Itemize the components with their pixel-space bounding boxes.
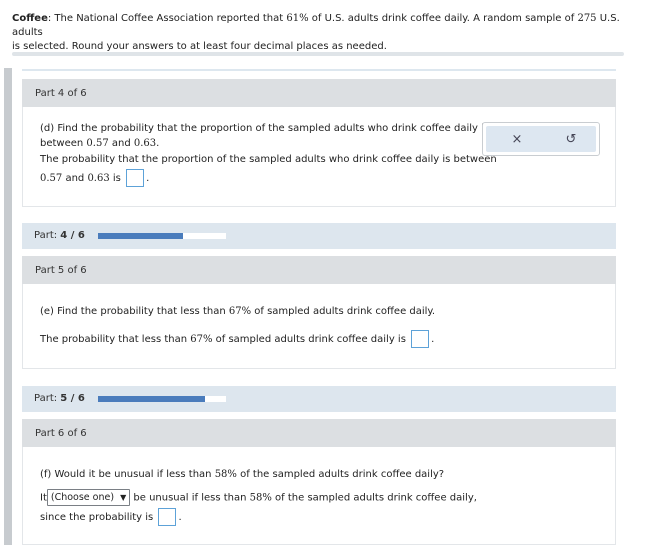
progress-bar [98,396,226,402]
progress-fill [98,396,205,402]
part-4-header: Part 4 of 6 [22,79,616,107]
progress-value: 4 / 6 [60,230,85,241]
answer-tools-panel: × ↺ [482,122,600,156]
part-5-body: (e) Find the probability that less than … [22,284,616,369]
clear-icon[interactable]: × [507,130,527,150]
part-6-answer-input[interactable] [158,508,177,526]
progress-part-4: Part: 4 / 6 [22,223,616,249]
top-divider [12,52,624,56]
part-4-question: (d) Find the probability that the propor… [40,123,490,134]
progress-part-5: Part: 5 / 6 [22,386,616,412]
part-6-question: (f) Would it be unusual if less than 58%… [40,469,445,480]
part-5-answer-line: The probability that less than 67% of sa… [40,330,434,348]
progress-bar [98,233,226,239]
part-4-answer-input[interactable] [126,169,145,187]
part-6-probability-line: since the probability is . [40,508,182,526]
left-scroll-rail [4,68,12,545]
problem-intro: Coffee: The National Coffee Association … [12,13,620,52]
progress-fill [98,233,184,239]
unusual-choice-select[interactable]: (Choose one) ▼ [46,489,131,506]
chevron-down-icon: ▼ [120,493,127,502]
part-4-question-line2: between 0.57 and 0.63. [40,138,160,149]
section-top-line [22,69,616,71]
part-5-header: Part 5 of 6 [22,256,616,284]
part-6-answer-line: It (Choose one) ▼ be unusual if less than … [40,489,477,506]
undo-icon[interactable]: ↺ [561,130,581,150]
part-5-question: (e) Find the probability that less than … [40,306,436,317]
progress-value: 5 / 6 [60,393,85,404]
problem-title: Coffee [12,13,48,24]
part-5-answer-input[interactable] [411,330,430,348]
part-6-body: (f) Would it be unusual if less than 58%… [22,447,616,545]
part-4-answer-prompt: The probability that the proportion of t… [40,154,497,165]
part-6-header: Part 6 of 6 [22,419,616,447]
part-4-answer-line: 0.57 and 0.63 is . [40,169,149,187]
